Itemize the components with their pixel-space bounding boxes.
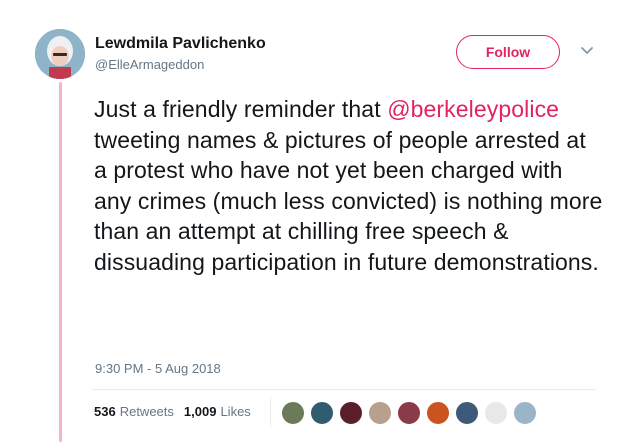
like-label[interactable]: Likes [220, 404, 250, 419]
user-handle[interactable]: @ElleArmageddon [95, 56, 266, 74]
like-count[interactable]: 1,009 [184, 404, 217, 419]
user-info: Lewdmila Pavlichenko @ElleArmageddon [95, 34, 266, 74]
retweet-count[interactable]: 536 [94, 404, 116, 419]
display-name[interactable]: Lewdmila Pavlichenko [95, 34, 266, 54]
liker-avatar[interactable] [484, 401, 508, 425]
liker-avatar[interactable] [455, 401, 479, 425]
follow-button[interactable]: Follow [456, 35, 560, 69]
avatar[interactable] [35, 29, 85, 79]
tweet-text-after: tweeting names & pictures of people arre… [94, 126, 603, 275]
tweet-text: Just a friendly reminder that @berkeleyp… [94, 94, 604, 277]
liker-avatar[interactable] [339, 401, 363, 425]
liker-avatar[interactable] [513, 401, 537, 425]
tweet-stats: 536 Retweets 1,009 Likes [94, 404, 251, 419]
divider [92, 389, 596, 390]
liker-avatar[interactable] [310, 401, 334, 425]
chevron-down-icon[interactable] [580, 44, 594, 58]
mention-link[interactable]: @berkeleypolice [387, 96, 559, 122]
liker-avatar[interactable] [368, 401, 392, 425]
liker-avatar[interactable] [281, 401, 305, 425]
liker-avatars [281, 401, 542, 425]
avatar-image [35, 29, 85, 79]
liker-avatar[interactable] [426, 401, 450, 425]
tweet-text-before: Just a friendly reminder that [94, 96, 388, 122]
tweet-timestamp[interactable]: 9:30 PM - 5 Aug 2018 [95, 361, 221, 376]
retweet-label[interactable]: Retweets [120, 404, 174, 419]
thread-line [59, 82, 62, 442]
stats-separator [270, 397, 271, 427]
liker-avatar[interactable] [397, 401, 421, 425]
